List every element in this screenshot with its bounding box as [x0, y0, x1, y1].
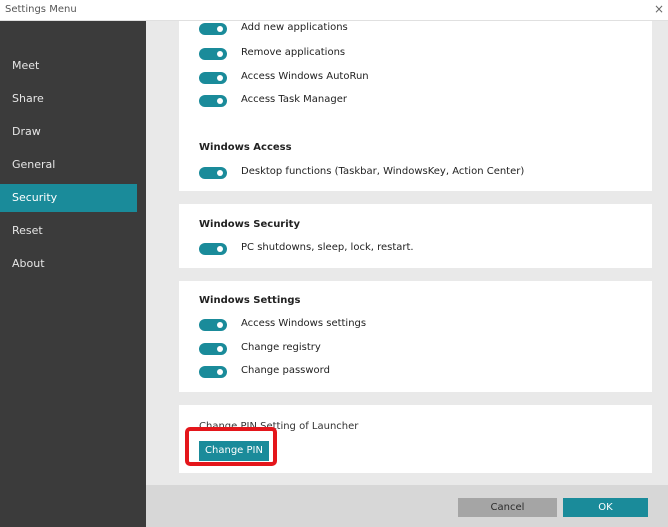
setting-label: Remove applications — [241, 47, 346, 58]
settings-content: Add new applications Remove applications… — [146, 21, 668, 485]
applications-section: Add new applications Remove applications… — [179, 21, 652, 136]
sidebar-item-meet[interactable]: Meet — [0, 52, 137, 80]
ok-button[interactable]: OK — [563, 498, 648, 517]
window-title: Settings Menu — [5, 4, 77, 15]
section-title: Windows Settings — [199, 295, 301, 306]
autorun-toggle[interactable] — [199, 72, 227, 84]
pin-section: Change PIN Setting of Launcher Change PI… — [179, 405, 652, 473]
sidebar-item-share[interactable]: Share — [0, 85, 137, 113]
windows-settings-toggle[interactable] — [199, 319, 227, 331]
add-applications-toggle[interactable] — [199, 23, 227, 35]
setting-label: Access Windows AutoRun — [241, 71, 369, 82]
setting-label: Change password — [241, 365, 330, 376]
setting-label: Change registry — [241, 342, 321, 353]
setting-label: Access Windows settings — [241, 318, 367, 329]
close-icon[interactable]: × — [652, 2, 666, 16]
section-title: Windows Security — [199, 219, 300, 230]
pc-shutdown-toggle[interactable] — [199, 243, 227, 255]
change-pin-button[interactable]: Change PIN — [199, 441, 269, 461]
sidebar-item-security[interactable]: Security — [0, 184, 137, 212]
settings-window: Settings Menu × Meet Share Draw General … — [0, 0, 668, 527]
footer-bar: Cancel OK — [146, 485, 668, 527]
windows-settings-section: Windows Settings Access Windows settings… — [179, 281, 652, 392]
section-title: Windows Access — [199, 142, 292, 153]
task-manager-toggle[interactable] — [199, 95, 227, 107]
windows-security-section: Windows Security PC shutdowns, sleep, lo… — [179, 204, 652, 268]
sidebar-item-draw[interactable]: Draw — [0, 118, 137, 146]
setting-label: Access Task Manager — [241, 94, 348, 105]
setting-label: Add new applications — [241, 22, 348, 33]
registry-toggle[interactable] — [199, 343, 227, 355]
title-bar: Settings Menu × — [0, 0, 668, 21]
setting-label: Desktop functions (Taskbar, WindowsKey, … — [241, 166, 525, 177]
password-toggle[interactable] — [199, 366, 227, 378]
windows-access-section: Windows Access Desktop functions (Taskba… — [179, 127, 652, 191]
sidebar-item-reset[interactable]: Reset — [0, 217, 137, 245]
setting-label: PC shutdowns, sleep, lock, restart. — [241, 242, 414, 253]
sidebar: Meet Share Draw General Security Reset A… — [0, 21, 146, 527]
cancel-button[interactable]: Cancel — [458, 498, 557, 517]
desktop-functions-toggle[interactable] — [199, 167, 227, 179]
sidebar-item-about[interactable]: About — [0, 250, 137, 278]
pin-setting-label: Change PIN Setting of Launcher — [199, 421, 359, 432]
sidebar-item-general[interactable]: General — [0, 151, 137, 179]
remove-applications-toggle[interactable] — [199, 48, 227, 60]
